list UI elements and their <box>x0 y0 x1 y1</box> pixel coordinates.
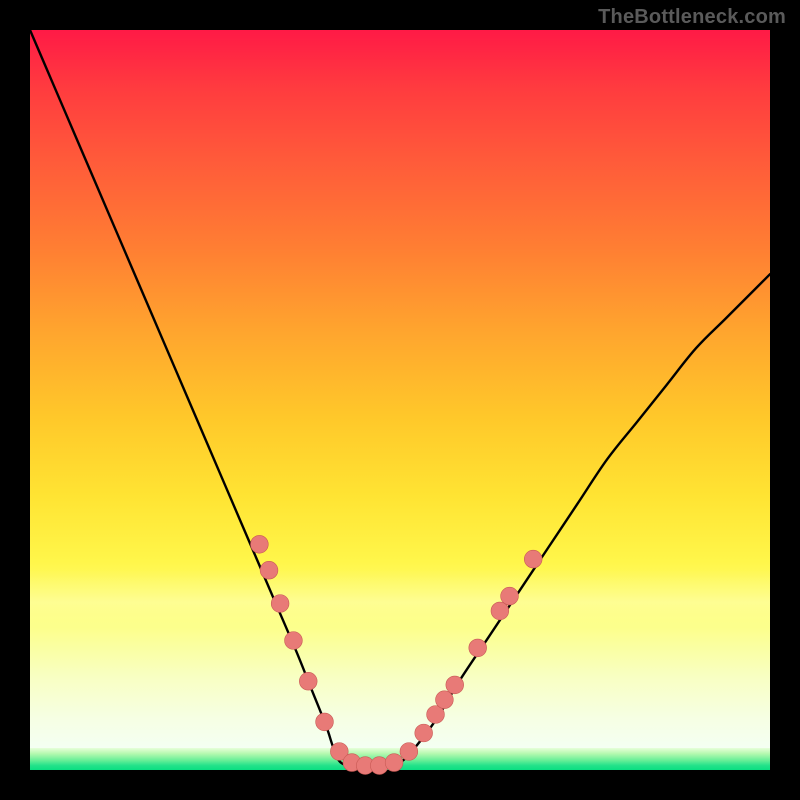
data-point-marker <box>501 587 519 605</box>
data-point-marker <box>316 713 334 731</box>
data-point-marker <box>491 602 509 620</box>
data-point-marker <box>385 754 403 772</box>
marker-group <box>251 535 543 774</box>
data-point-marker <box>415 724 433 742</box>
chart-svg <box>30 30 770 770</box>
data-point-marker <box>251 535 269 553</box>
data-point-marker <box>436 691 454 709</box>
bottleneck-curve <box>30 30 770 767</box>
data-point-marker <box>469 639 487 657</box>
data-point-marker <box>446 676 464 694</box>
data-point-marker <box>400 743 418 761</box>
chart-frame: TheBottleneck.com <box>0 0 800 800</box>
curve-path <box>30 30 770 767</box>
plot-area <box>30 30 770 770</box>
data-point-marker <box>524 550 542 568</box>
watermark-text: TheBottleneck.com <box>598 6 786 29</box>
data-point-marker <box>299 672 317 690</box>
data-point-marker <box>285 632 303 650</box>
data-point-marker <box>271 595 289 613</box>
data-point-marker <box>260 561 278 579</box>
